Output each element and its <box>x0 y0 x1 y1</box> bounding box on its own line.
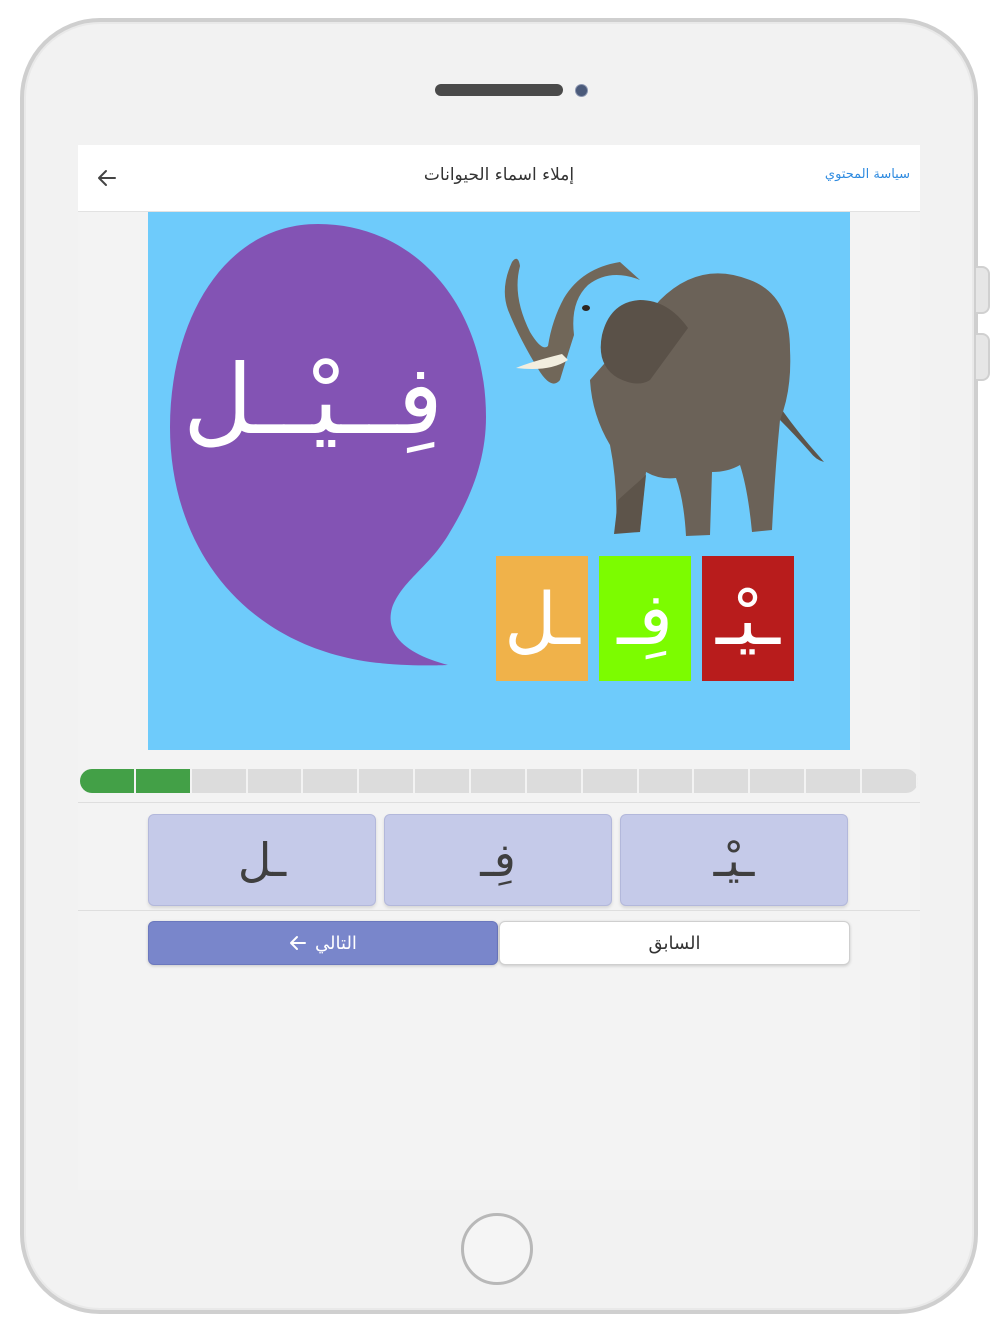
progress-segment <box>359 769 416 793</box>
volume-up-button <box>976 266 990 314</box>
next-button[interactable]: التالي <box>148 921 498 965</box>
answer-button-fa[interactable]: فِـ <box>384 814 612 906</box>
progress-segment <box>583 769 639 793</box>
elephant-image <box>504 258 824 536</box>
progress-segment <box>192 769 248 793</box>
page-title: إملاء اسماء الحيوانات <box>423 165 575 185</box>
answer-button-ya[interactable]: ـيْـ <box>620 814 848 906</box>
content-policy-link[interactable]: سياسة المحتوي <box>825 167 910 182</box>
progress-bar <box>80 769 918 793</box>
answer-button-lam[interactable]: ـل <box>148 814 376 906</box>
progress-segment <box>806 769 863 793</box>
home-button[interactable] <box>461 1213 533 1285</box>
app-screen: إملاء اسماء الحيوانات سياسة المحتوي فِــ… <box>78 145 920 1190</box>
progress-segment <box>303 769 360 793</box>
bubble-word: فِــيْــل <box>182 344 444 456</box>
progress-segment <box>862 769 918 793</box>
divider <box>78 910 920 911</box>
progress-segment-done <box>135 769 192 793</box>
letter-tile-ya: ـيْـ <box>702 556 794 681</box>
previous-button[interactable]: السابق <box>499 921 850 965</box>
progress-segment <box>415 769 472 793</box>
progress-segment <box>639 769 695 793</box>
speaker-slot <box>435 84 563 96</box>
progress-segment <box>248 769 304 793</box>
letter-tile-lam: ـل <box>496 556 588 681</box>
previous-label: السابق <box>648 932 701 954</box>
divider <box>78 802 920 803</box>
arrow-left-icon <box>290 936 307 950</box>
front-camera <box>575 84 588 97</box>
progress-segment-done <box>80 769 136 793</box>
volume-down-button <box>976 333 990 381</box>
progress-segment <box>527 769 583 793</box>
progress-segment <box>471 769 527 793</box>
answer-letters: ـيْـ فِـ ـل <box>148 814 850 906</box>
app-bar: إملاء اسماء الحيوانات سياسة المحتوي <box>78 145 920 212</box>
progress-segment <box>750 769 807 793</box>
lesson-illustration: فِــيْــل ـيْـ فِـ ـل <box>148 212 850 750</box>
progress-segment <box>694 769 751 793</box>
letter-tile-fa: فِـ <box>599 556 691 681</box>
next-label: التالي <box>315 932 357 954</box>
